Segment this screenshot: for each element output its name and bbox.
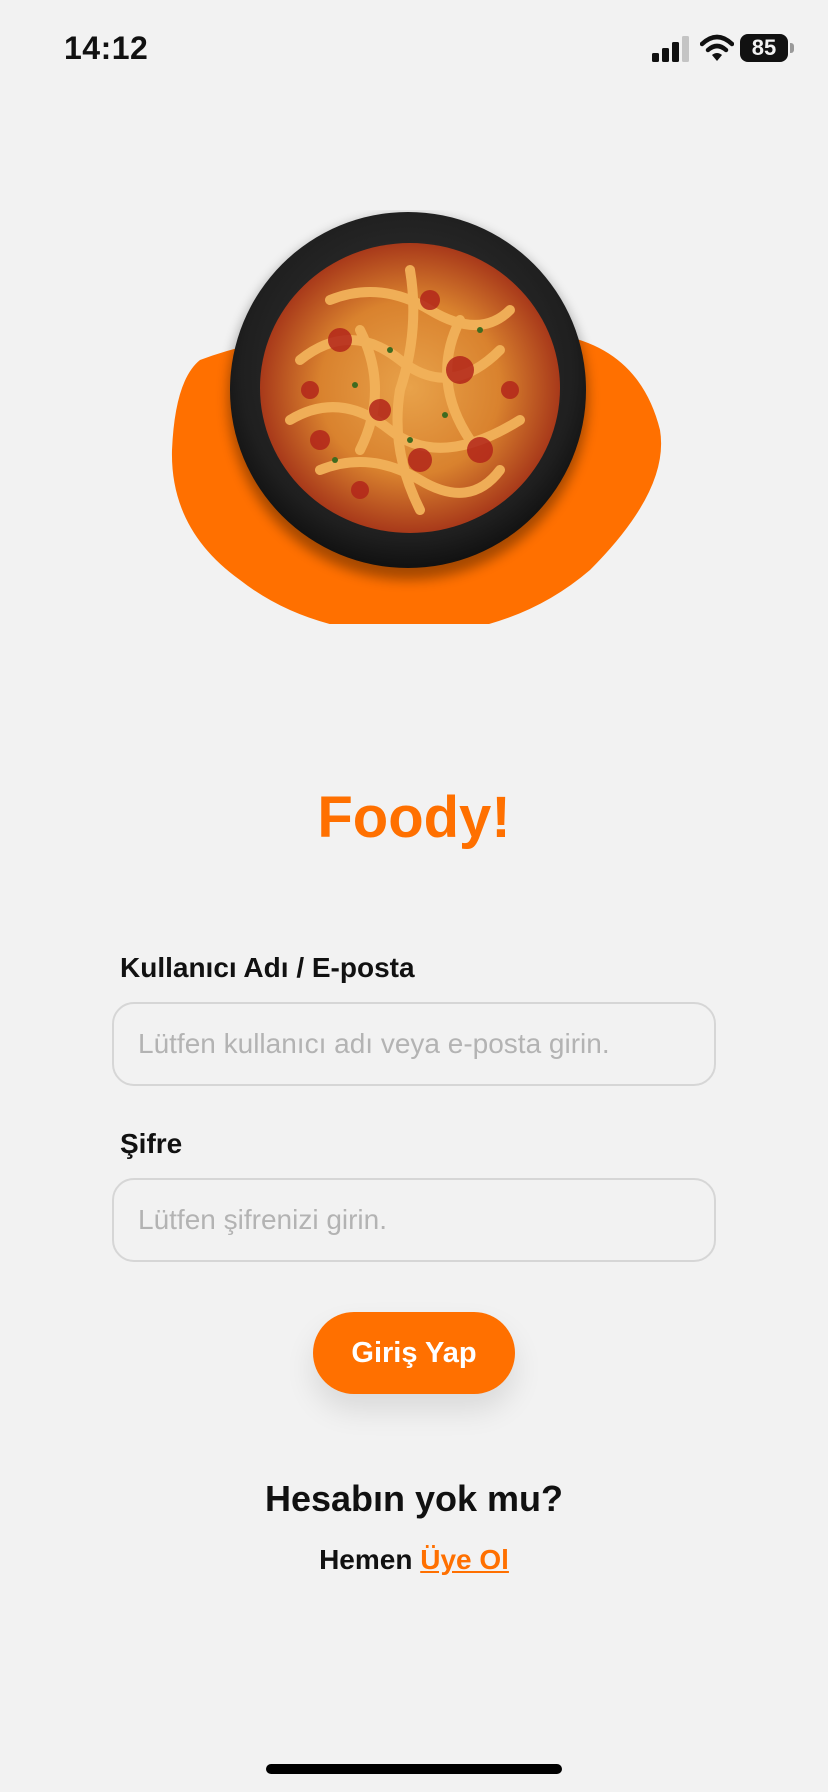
app-title: Foody! [317,785,511,850]
password-input[interactable] [112,1178,716,1262]
pasta-plate-illustration [171,212,662,624]
login-button[interactable]: Giriş Yap [313,1312,515,1394]
signup-line: Hemen Üye Ol [0,1544,828,1576]
password-label: Şifre [120,1128,183,1159]
no-account-heading: Hesabın yok mu? [264,1478,564,1519]
battery-icon: 85 [740,34,788,62]
username-input[interactable] [112,1002,716,1086]
signup-link[interactable]: Üye Ol [420,1544,509,1575]
signup-prefix: Hemen [319,1544,421,1575]
status-bar: 14:12 85 [0,0,828,100]
hero-food-image [160,210,680,630]
username-label: Kullanıcı Adı / E-posta [120,952,415,983]
cellular-signal-icon [652,36,689,62]
status-time: 14:12 [64,30,149,66]
home-indicator[interactable] [266,1764,562,1774]
battery-cap [790,43,794,53]
wifi-icon [700,34,734,61]
